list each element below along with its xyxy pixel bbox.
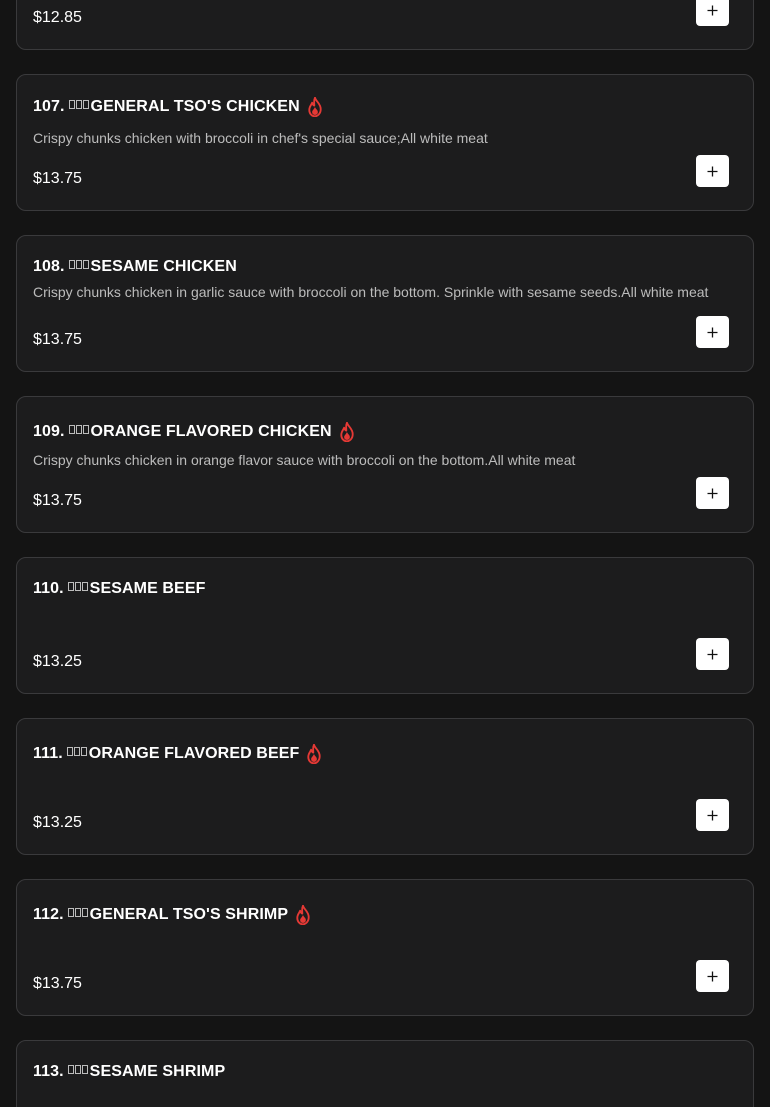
missing-glyph-icon [67, 582, 89, 594]
menu-item-name: ORANGE FLAVORED CHICKEN [90, 423, 332, 440]
menu-item-number: 112. [33, 906, 64, 923]
add-to-cart-button[interactable] [696, 638, 729, 670]
menu-item-number: 107. [33, 98, 65, 115]
menu-item-title: 110. SESAME BEEF [33, 580, 205, 598]
menu-item-title: 113. SESAME SHRIMP [33, 1063, 225, 1081]
menu-item-description: Crispy chunks chicken in orange flavor s… [33, 452, 576, 468]
menu-item-price: $13.25 [33, 814, 82, 831]
menu-item-price: $13.75 [33, 331, 82, 348]
fire-icon [338, 421, 356, 443]
menu-item-title: 109. ORANGE FLAVORED CHICKEN [33, 421, 356, 443]
add-to-cart-button[interactable] [696, 0, 729, 26]
plus-icon [707, 488, 718, 498]
fire-icon [294, 904, 312, 926]
menu-item-title: 111. ORANGE FLAVORED BEEF [33, 743, 323, 765]
menu-item-number: 109. [33, 423, 65, 440]
menu-item-card[interactable]: 107. GENERAL TSO'S CHICKEN Crispy chunks c… [16, 74, 754, 211]
plus-icon [707, 810, 718, 820]
menu-item-card[interactable]: $12.85 [16, 0, 754, 50]
menu-item-number: 113. [33, 1063, 64, 1080]
fire-icon [306, 96, 324, 118]
plus-icon [707, 649, 718, 659]
missing-glyph-icon [68, 260, 90, 272]
menu-item-name: GENERAL TSO'S SHRIMP [89, 906, 289, 923]
menu-item-card[interactable]: 110. SESAME BEEF $13.25 [16, 557, 754, 694]
menu-item-list: $12.85 107. GENERAL TSO'S CHICKEN Crispy ch… [0, 0, 770, 1107]
plus-icon [707, 5, 718, 15]
menu-item-price: $12.85 [33, 9, 82, 26]
menu-item-price: $13.75 [33, 975, 82, 992]
menu-item-card[interactable]: 109. ORANGE FLAVORED CHICKEN Crispy chunks… [16, 396, 754, 533]
menu-item-price: $13.75 [33, 170, 82, 187]
menu-item-price: $13.25 [33, 653, 82, 670]
menu-item-card[interactable]: 113. SESAME SHRIMP [16, 1040, 754, 1107]
missing-glyph-icon [68, 100, 90, 112]
menu-item-description: Crispy chunks chicken in garlic sauce wi… [33, 284, 709, 300]
menu-item-description: Crispy chunks chicken with broccoli in c… [33, 130, 488, 146]
menu-item-name: ORANGE FLAVORED BEEF [88, 745, 300, 762]
menu-item-number: 111. [33, 745, 63, 762]
menu-item-price: $13.75 [33, 492, 82, 509]
menu-item-name: GENERAL TSO'S CHICKEN [90, 98, 300, 115]
missing-glyph-icon [67, 1065, 89, 1077]
plus-icon [707, 327, 718, 337]
menu-item-name: SESAME BEEF [89, 580, 206, 597]
menu-item-title: 108. SESAME CHICKEN [33, 258, 237, 276]
add-to-cart-button[interactable] [696, 960, 729, 992]
menu-item-card[interactable]: 111. ORANGE FLAVORED BEEF $13.25 [16, 718, 754, 855]
menu-item-title: 107. GENERAL TSO'S CHICKEN [33, 96, 324, 118]
add-to-cart-button[interactable] [696, 477, 729, 509]
plus-icon [707, 166, 718, 176]
menu-item-title: 112. GENERAL TSO'S SHRIMP [33, 904, 312, 926]
missing-glyph-icon [67, 908, 89, 920]
menu-item-card[interactable]: 112. GENERAL TSO'S SHRIMP $13.75 [16, 879, 754, 1016]
add-to-cart-button[interactable] [696, 316, 729, 348]
menu-item-number: 108. [33, 258, 65, 275]
add-to-cart-button[interactable] [696, 799, 729, 831]
missing-glyph-icon [68, 425, 90, 437]
fire-icon [305, 743, 323, 765]
menu-item-name: SESAME CHICKEN [90, 258, 237, 275]
add-to-cart-button[interactable] [696, 155, 729, 187]
menu-item-name: SESAME SHRIMP [89, 1063, 226, 1080]
plus-icon [707, 971, 718, 981]
menu-item-card[interactable]: 108. SESAME CHICKEN Crispy chunks chicken … [16, 235, 754, 372]
menu-item-number: 110. [33, 580, 64, 597]
missing-glyph-icon [66, 747, 88, 759]
